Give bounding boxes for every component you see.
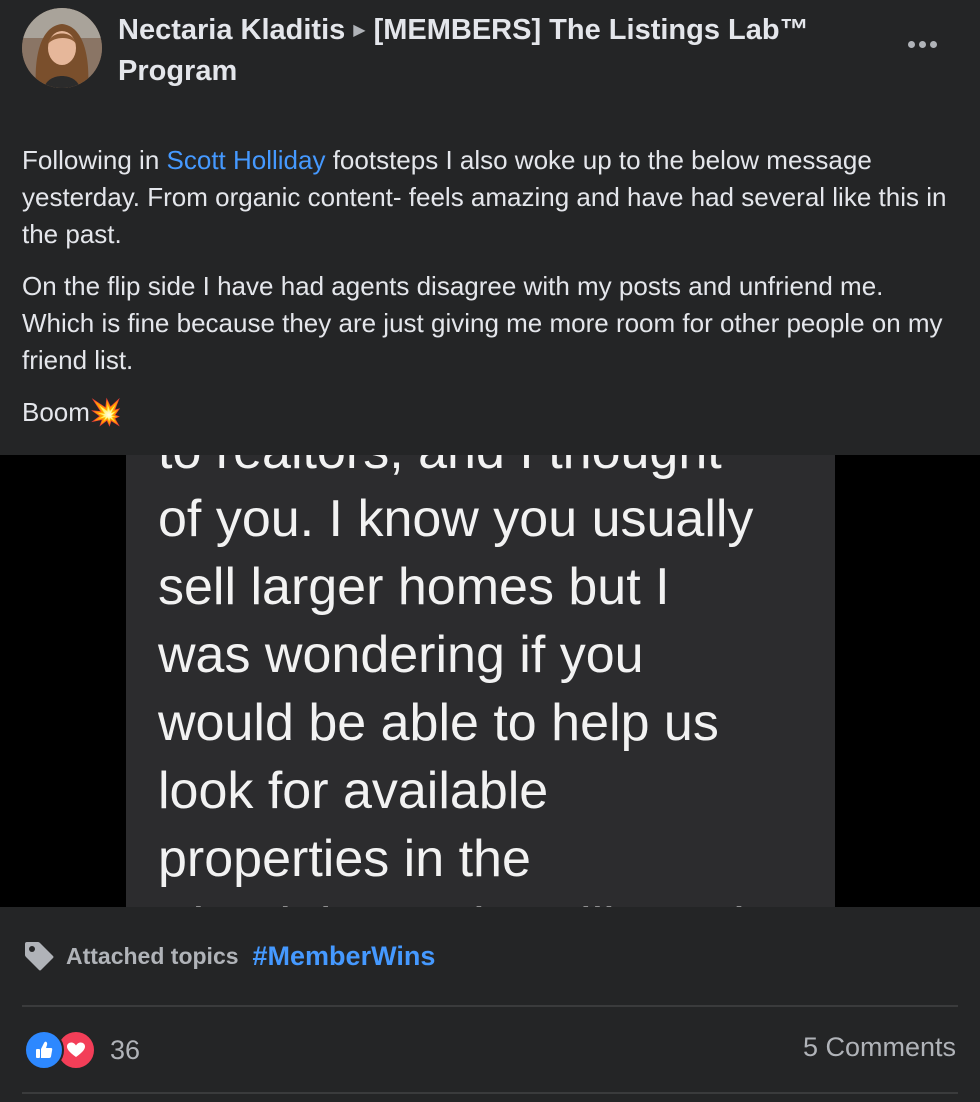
author-name-link[interactable]: Nectaria Kladitis: [118, 14, 345, 46]
post-header: Nectaria Kladitis ▶ [MEMBERS] The Listings…: [0, 0, 980, 100]
message-line: sell larger homes but I: [158, 558, 670, 616]
more-dot-icon: [929, 40, 937, 48]
divider: [22, 1092, 958, 1094]
topic-link[interactable]: #MemberWins: [253, 941, 436, 972]
post-paragraph: Boom💥: [22, 397, 123, 427]
tag-icon: [25, 942, 54, 971]
post-paragraph: On the flip side I have had agents disag…: [22, 271, 943, 375]
post-title: Nectaria Kladitis ▶ [MEMBERS] The Listings…: [118, 10, 878, 92]
post-body: Following in Scott Holliday footsteps I …: [22, 142, 958, 446]
message-line: would be able to help us: [158, 694, 719, 752]
message-line: to realtors, and I thought: [126, 455, 835, 485]
message-line: properties in the: [158, 830, 531, 888]
more-dot-icon: [918, 40, 926, 48]
post-image[interactable]: to realtors, and I thought of you. I kno…: [0, 455, 980, 907]
message-line: Pinedale, Jenks, ville and: [126, 893, 835, 907]
post-card: Nectaria Kladitis ▶ [MEMBERS] The Listings…: [0, 0, 980, 1102]
more-dot-icon: [907, 40, 915, 48]
divider: [22, 1005, 958, 1007]
message-text: to realtors, and I thought of you. I kno…: [126, 455, 835, 907]
topics-label: Attached topics: [66, 942, 239, 969]
caret-right-icon: ▶: [353, 22, 366, 39]
message-line: of you. I know you usually: [158, 490, 754, 548]
post-paragraph: Following in Scott Holliday footsteps I …: [22, 145, 947, 249]
message-line: was wondering if you: [158, 626, 644, 684]
comments-count-link[interactable]: 5 Comments: [803, 1032, 956, 1063]
author-avatar[interactable]: [22, 8, 102, 88]
attached-topics: Attached topics #MemberWins: [22, 936, 435, 976]
message-screenshot: to realtors, and I thought of you. I kno…: [126, 455, 835, 907]
mention-link[interactable]: Scott Holliday: [167, 145, 326, 175]
like-icon: [24, 1030, 64, 1070]
message-line: look for available: [158, 762, 549, 820]
more-options-button[interactable]: [898, 26, 946, 62]
reaction-count: 36: [110, 1034, 141, 1065]
reactions-summary[interactable]: 36: [24, 1030, 140, 1070]
